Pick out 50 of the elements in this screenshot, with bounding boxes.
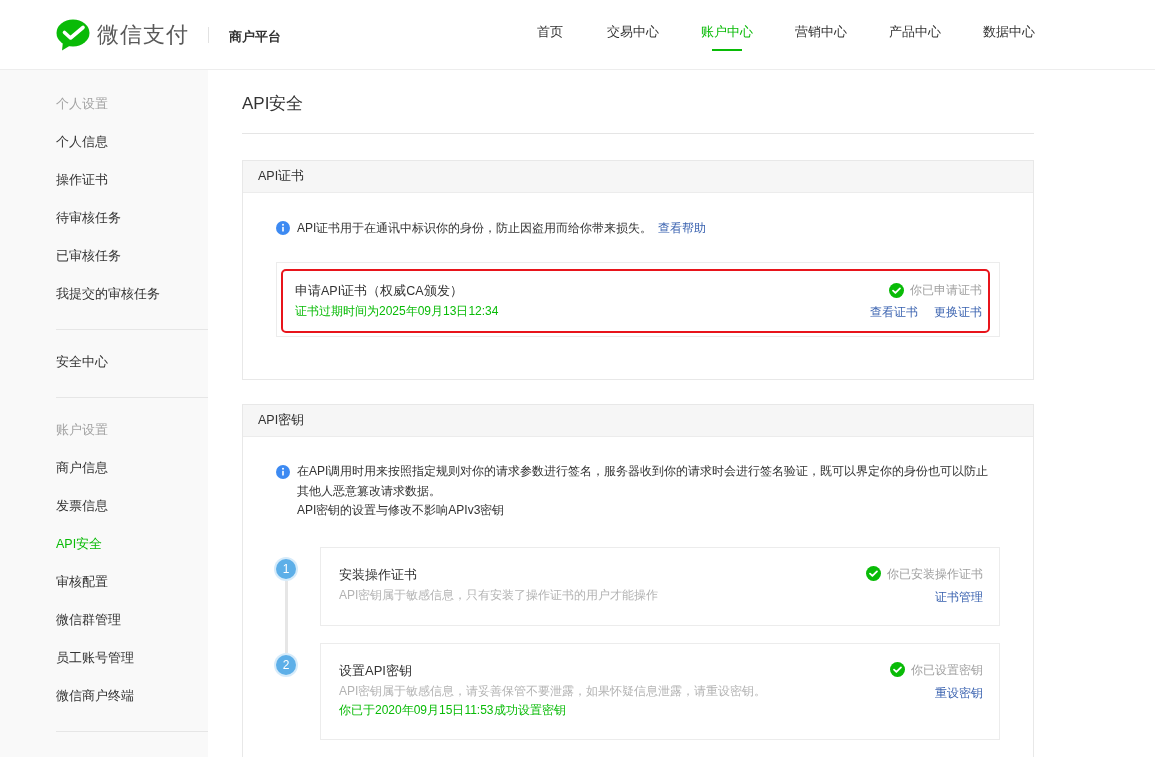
check-circle-icon — [890, 662, 905, 677]
sidebar-item[interactable]: 待审核任务 — [56, 208, 121, 228]
sidebar-group-title: 账户设置 — [56, 421, 108, 439]
sidebar-item[interactable]: 微信商户终端 — [56, 686, 134, 706]
page-title: API安全 — [242, 93, 305, 115]
help-link[interactable]: 查看帮助 — [657, 221, 706, 235]
step-description: API密钥属于敏感信息，只有安装了操作证书的用户才能操作 — [339, 586, 659, 604]
nav-tab[interactable]: 数据中心 — [983, 18, 1035, 51]
info-text: 在API调用时用来按照指定规则对你的请求参数进行签名，服务器收到你的请求时会进行签名验证，既可以界定你的身份也可以防止其他人恶意篡改请求数据。 — [297, 463, 990, 500]
certificate-title: 申请API证书（权威CA颁发） — [295, 283, 464, 300]
step-status: 你已安装操作证书 — [887, 565, 983, 583]
step-description: API密钥属于敏感信息，请妥善保管不要泄露，如果怀疑信息泄露，请重设密钥。 — [339, 682, 767, 700]
check-circle-icon — [866, 566, 881, 581]
step-note: 你已于2020年09月15日11:53成功设置密钥 — [339, 701, 567, 719]
info-icon — [276, 465, 290, 479]
nav-tab[interactable]: 首页 — [535, 18, 565, 51]
logo-text: 微信支付 — [97, 21, 189, 49]
sidebar-item[interactable]: 安全中心 — [56, 352, 108, 372]
certificate-link[interactable]: 更换证书 — [934, 303, 982, 321]
nav-tab[interactable]: 产品中心 — [889, 18, 941, 51]
section-title: API证书 — [258, 168, 305, 186]
section-title: API密钥 — [258, 412, 305, 430]
nav-tab[interactable]: 营销中心 — [795, 18, 847, 51]
platform-name: 商户平台 — [229, 27, 281, 46]
check-circle-icon — [889, 282, 904, 298]
step-number: 2 — [276, 654, 296, 675]
step-link[interactable]: 证书管理 — [935, 587, 983, 606]
info-text: API密钥的设置与修改不影响APIv3密钥 — [297, 502, 506, 519]
step-title: 设置API密钥 — [339, 661, 413, 680]
certificate-link[interactable]: 查看证书 — [870, 303, 918, 321]
sidebar-item[interactable]: 发票信息 — [56, 496, 108, 516]
sidebar-item[interactable]: 商户信息 — [56, 458, 108, 478]
step-link[interactable]: 重设密钥 — [935, 683, 983, 702]
certificate-expiry: 证书过期时间为2025年09月13日12:34 — [295, 303, 499, 320]
sidebar-item[interactable]: 我提交的审核任务 — [56, 284, 160, 304]
step-status: 你已设置密钥 — [911, 661, 983, 679]
sidebar-item[interactable]: 审核配置 — [56, 572, 108, 592]
sidebar-group-title: 个人设置 — [56, 95, 108, 113]
step-title: 安装操作证书 — [339, 565, 418, 584]
chat-bubble-check-icon — [56, 18, 90, 51]
info-icon — [276, 221, 290, 235]
sidebar-item[interactable]: 个人信息 — [56, 132, 108, 152]
sidebar-item[interactable]: 已审核任务 — [56, 246, 121, 266]
certificate-status: 你已申请证书 — [910, 282, 982, 299]
info-text: API证书用于在通讯中标识你的身份，防止因盗用而给你带来损失。 查看帮助 — [297, 220, 706, 237]
step-number: 1 — [276, 558, 296, 579]
sidebar-item[interactable]: 微信群管理 — [56, 610, 121, 630]
nav-tab[interactable]: 交易中心 — [607, 18, 659, 51]
sidebar-item[interactable]: 员工账号管理 — [56, 648, 134, 668]
sidebar-item[interactable]: 操作证书 — [56, 170, 108, 190]
